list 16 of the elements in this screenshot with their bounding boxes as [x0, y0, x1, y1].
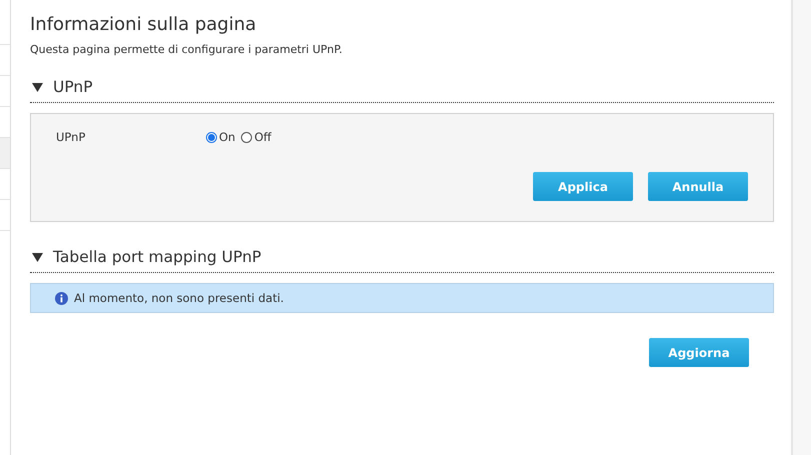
- radio-label: Off: [254, 130, 272, 144]
- radio-button[interactable]: [206, 132, 217, 142]
- info-icon: [55, 292, 68, 304]
- action-button[interactable]: Applica: [533, 172, 633, 201]
- collapse-triangle-icon[interactable]: [32, 252, 43, 262]
- empty-message: Al momento, non sono presenti dati.: [74, 291, 284, 305]
- section-title: UPnP: [53, 78, 93, 96]
- radio-button[interactable]: [241, 132, 252, 142]
- field-label: UPnP: [56, 130, 86, 144]
- page-description: Questa pagina permette di configurare i parametri UPnP.: [30, 43, 344, 56]
- collapse-triangle-icon[interactable]: [32, 82, 43, 92]
- action-button[interactable]: Annulla: [648, 172, 748, 201]
- section-title: Tabella port mapping UPnP: [53, 248, 262, 266]
- page-title: Informazioni sulla pagina: [30, 14, 258, 35]
- radio-label: On: [219, 130, 236, 144]
- refresh-button[interactable]: Aggiorna: [649, 338, 749, 367]
